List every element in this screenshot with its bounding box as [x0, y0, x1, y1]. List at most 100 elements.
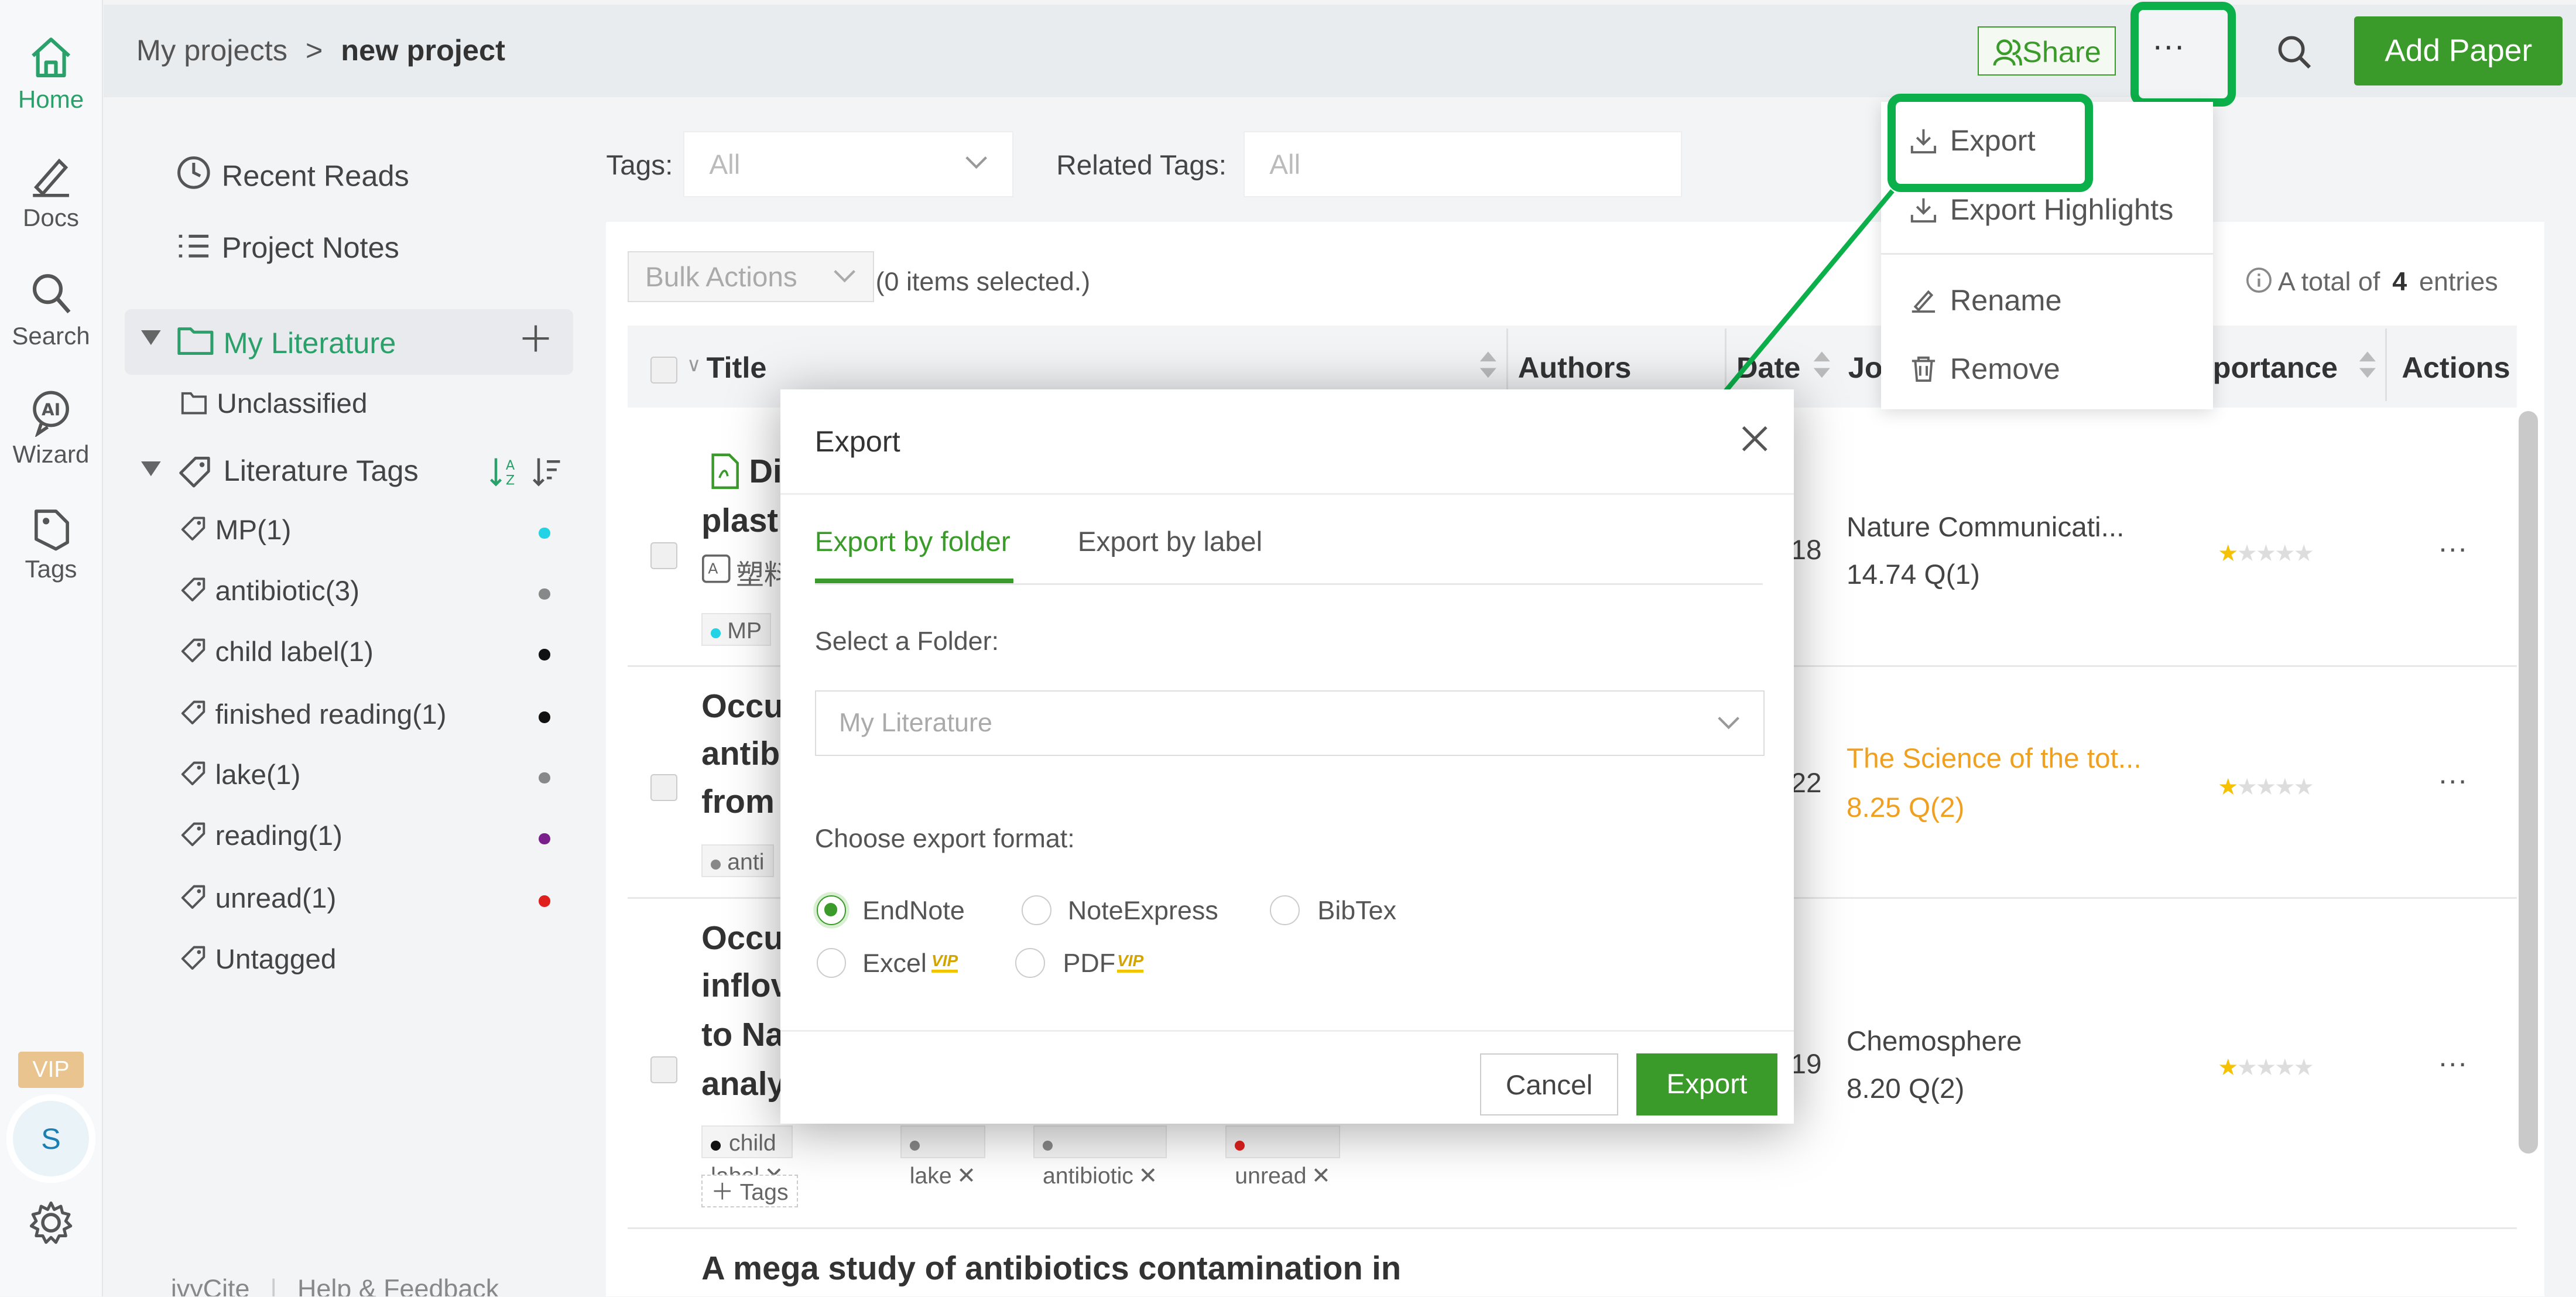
sort-desc-icon[interactable] — [530, 455, 563, 488]
settings-button[interactable] — [26, 1198, 76, 1247]
help-feedback-link[interactable]: Help & Feedback — [297, 1274, 499, 1296]
column-authors[interactable]: Authors — [1518, 350, 1632, 385]
brand-link[interactable]: ivyCite — [171, 1274, 250, 1296]
radio-endnote[interactable] — [816, 895, 847, 925]
add-tags-button[interactable]: ＋ Tags — [701, 1175, 798, 1208]
importance-stars[interactable]: ★★★★★ — [2218, 1055, 2314, 1081]
tag-chip[interactable]: unread ✕ — [1225, 1125, 1340, 1189]
close-icon[interactable]: ✕ — [957, 1163, 976, 1189]
gear-icon — [29, 1201, 73, 1244]
breadcrumb-separator: > — [305, 33, 323, 67]
tag-chip[interactable]: anti — [701, 844, 774, 878]
chevron-down-icon — [1717, 714, 1740, 731]
share-button[interactable]: Share — [1978, 26, 2116, 76]
column-title[interactable]: Title — [707, 350, 767, 385]
tag-chip[interactable]: MP — [701, 612, 772, 646]
column-importance[interactable]: portance — [2213, 350, 2338, 385]
svg-text:AI: AI — [42, 401, 60, 420]
avatar[interactable]: S — [13, 1101, 89, 1177]
export-button[interactable]: Export — [1636, 1053, 1778, 1116]
sidebar-tag-item[interactable]: antibiotic(3) — [181, 575, 359, 607]
related-tags-select[interactable]: All — [1244, 131, 1683, 197]
close-icon[interactable]: ✕ — [1138, 1163, 1157, 1189]
folder-select[interactable]: My Literature — [814, 690, 1765, 756]
radio-excel[interactable] — [816, 948, 847, 978]
svg-text:A: A — [708, 560, 718, 577]
caret-down-icon[interactable] — [141, 461, 161, 478]
radio-pdf[interactable] — [1015, 948, 1045, 978]
cancel-button[interactable]: Cancel — [1480, 1053, 1618, 1116]
tag-chip[interactable]: lake ✕ — [900, 1125, 986, 1189]
menu-item-rename[interactable]: Rename — [1910, 283, 2062, 317]
nav-tags[interactable]: Tags — [0, 503, 102, 584]
tags-filter-label: Tags: — [606, 150, 673, 182]
sidebar-tag-item[interactable]: reading(1) — [181, 820, 342, 852]
chevron-down-icon — [833, 268, 856, 284]
row-impact: 14.74 Q(1) — [1846, 559, 1980, 591]
tag-icon — [181, 759, 207, 786]
row-checkbox[interactable] — [650, 1056, 678, 1084]
menu-item-export-highlights[interactable]: Export Highlights — [1910, 192, 2173, 227]
tag-color-dot — [539, 895, 550, 907]
row-title[interactable]: Occu — [701, 687, 783, 725]
tab-export-by-folder[interactable]: Export by folder — [815, 526, 1010, 558]
tag-color-dot — [539, 588, 550, 600]
row-title[interactable]: Di — [749, 452, 782, 490]
add-paper-button[interactable]: Add Paper — [2354, 16, 2563, 85]
sort-icon[interactable] — [2358, 347, 2378, 383]
row-title[interactable]: Occu — [701, 919, 783, 957]
close-icon[interactable]: ✕ — [1311, 1163, 1331, 1189]
sidebar-tag-item[interactable]: Untagged — [181, 943, 336, 976]
radio-noteexpress[interactable] — [1022, 895, 1051, 925]
tag-chip[interactable]: antibiotic ✕ — [1033, 1125, 1167, 1189]
chevron-down-icon — [965, 154, 988, 170]
breadcrumb-root[interactable]: My projects — [136, 33, 287, 67]
row-journal[interactable]: Chemosphere — [1847, 1025, 2022, 1058]
radio-bibtex[interactable] — [1270, 895, 1300, 925]
tag-chip[interactable]: child label✕ — [701, 1125, 793, 1189]
info-icon — [2246, 267, 2272, 293]
tags-filter-select[interactable]: All — [683, 131, 1014, 197]
row-actions-button[interactable]: ··· — [2438, 531, 2467, 565]
bulk-actions-select[interactable]: Bulk Actions — [627, 251, 874, 303]
row-checkbox[interactable] — [650, 774, 678, 801]
add-folder-button[interactable] — [519, 322, 552, 355]
unclassified-folder[interactable]: Unclassified — [181, 388, 367, 420]
chevron-down-icon[interactable]: ∨ — [687, 353, 701, 377]
tag-icon — [181, 883, 207, 909]
row-journal[interactable]: The Science of the tot... — [1847, 742, 2142, 775]
row-actions-button[interactable]: ··· — [2438, 762, 2467, 797]
translate-icon[interactable]: A — [701, 554, 731, 584]
select-all-checkbox[interactable] — [650, 356, 678, 384]
recent-reads-link[interactable]: Recent Reads — [176, 155, 409, 193]
row-date: 22 — [1790, 768, 1822, 799]
sidebar-tag-item[interactable]: MP(1) — [181, 514, 291, 546]
search-button[interactable] — [2275, 33, 2314, 72]
nav-docs[interactable]: Docs — [0, 151, 102, 232]
trash-icon — [1910, 356, 1937, 382]
table-scrollbar[interactable] — [2518, 410, 2539, 1154]
row-title[interactable]: A mega study of antibiotics contaminatio… — [701, 1249, 1401, 1287]
tab-export-by-label[interactable]: Export by label — [1078, 526, 1262, 558]
sidebar-tag-item[interactable]: unread(1) — [181, 882, 336, 915]
menu-item-remove[interactable]: Remove — [1910, 351, 2060, 386]
row-actions-button[interactable]: ··· — [2438, 1045, 2467, 1080]
row-journal[interactable]: Nature Communicati... — [1847, 511, 2124, 543]
project-notes-link[interactable]: Project Notes — [176, 230, 399, 265]
sort-az-icon[interactable]: AZ — [488, 455, 520, 488]
sidebar-tag-item[interactable]: child label(1) — [181, 636, 374, 668]
importance-stars[interactable]: ★★★★★ — [2218, 774, 2314, 800]
close-icon[interactable] — [1740, 424, 1770, 454]
vip-badge[interactable]: VIP — [18, 1051, 84, 1088]
clock-icon — [176, 155, 212, 191]
more-button[interactable]: ··· — [2152, 26, 2185, 64]
row-checkbox[interactable] — [650, 542, 678, 570]
sidebar-tag-item[interactable]: lake(1) — [181, 759, 300, 791]
nav-search[interactable]: Search — [0, 269, 102, 350]
importance-stars[interactable]: ★★★★★ — [2218, 540, 2314, 567]
caret-down-icon[interactable] — [141, 330, 161, 347]
sort-icon[interactable] — [1478, 347, 1498, 383]
nav-wizard[interactable]: AI Wizard — [0, 388, 102, 468]
sidebar-tag-item[interactable]: finished reading(1) — [181, 699, 447, 731]
nav-home[interactable]: Home — [0, 33, 102, 114]
